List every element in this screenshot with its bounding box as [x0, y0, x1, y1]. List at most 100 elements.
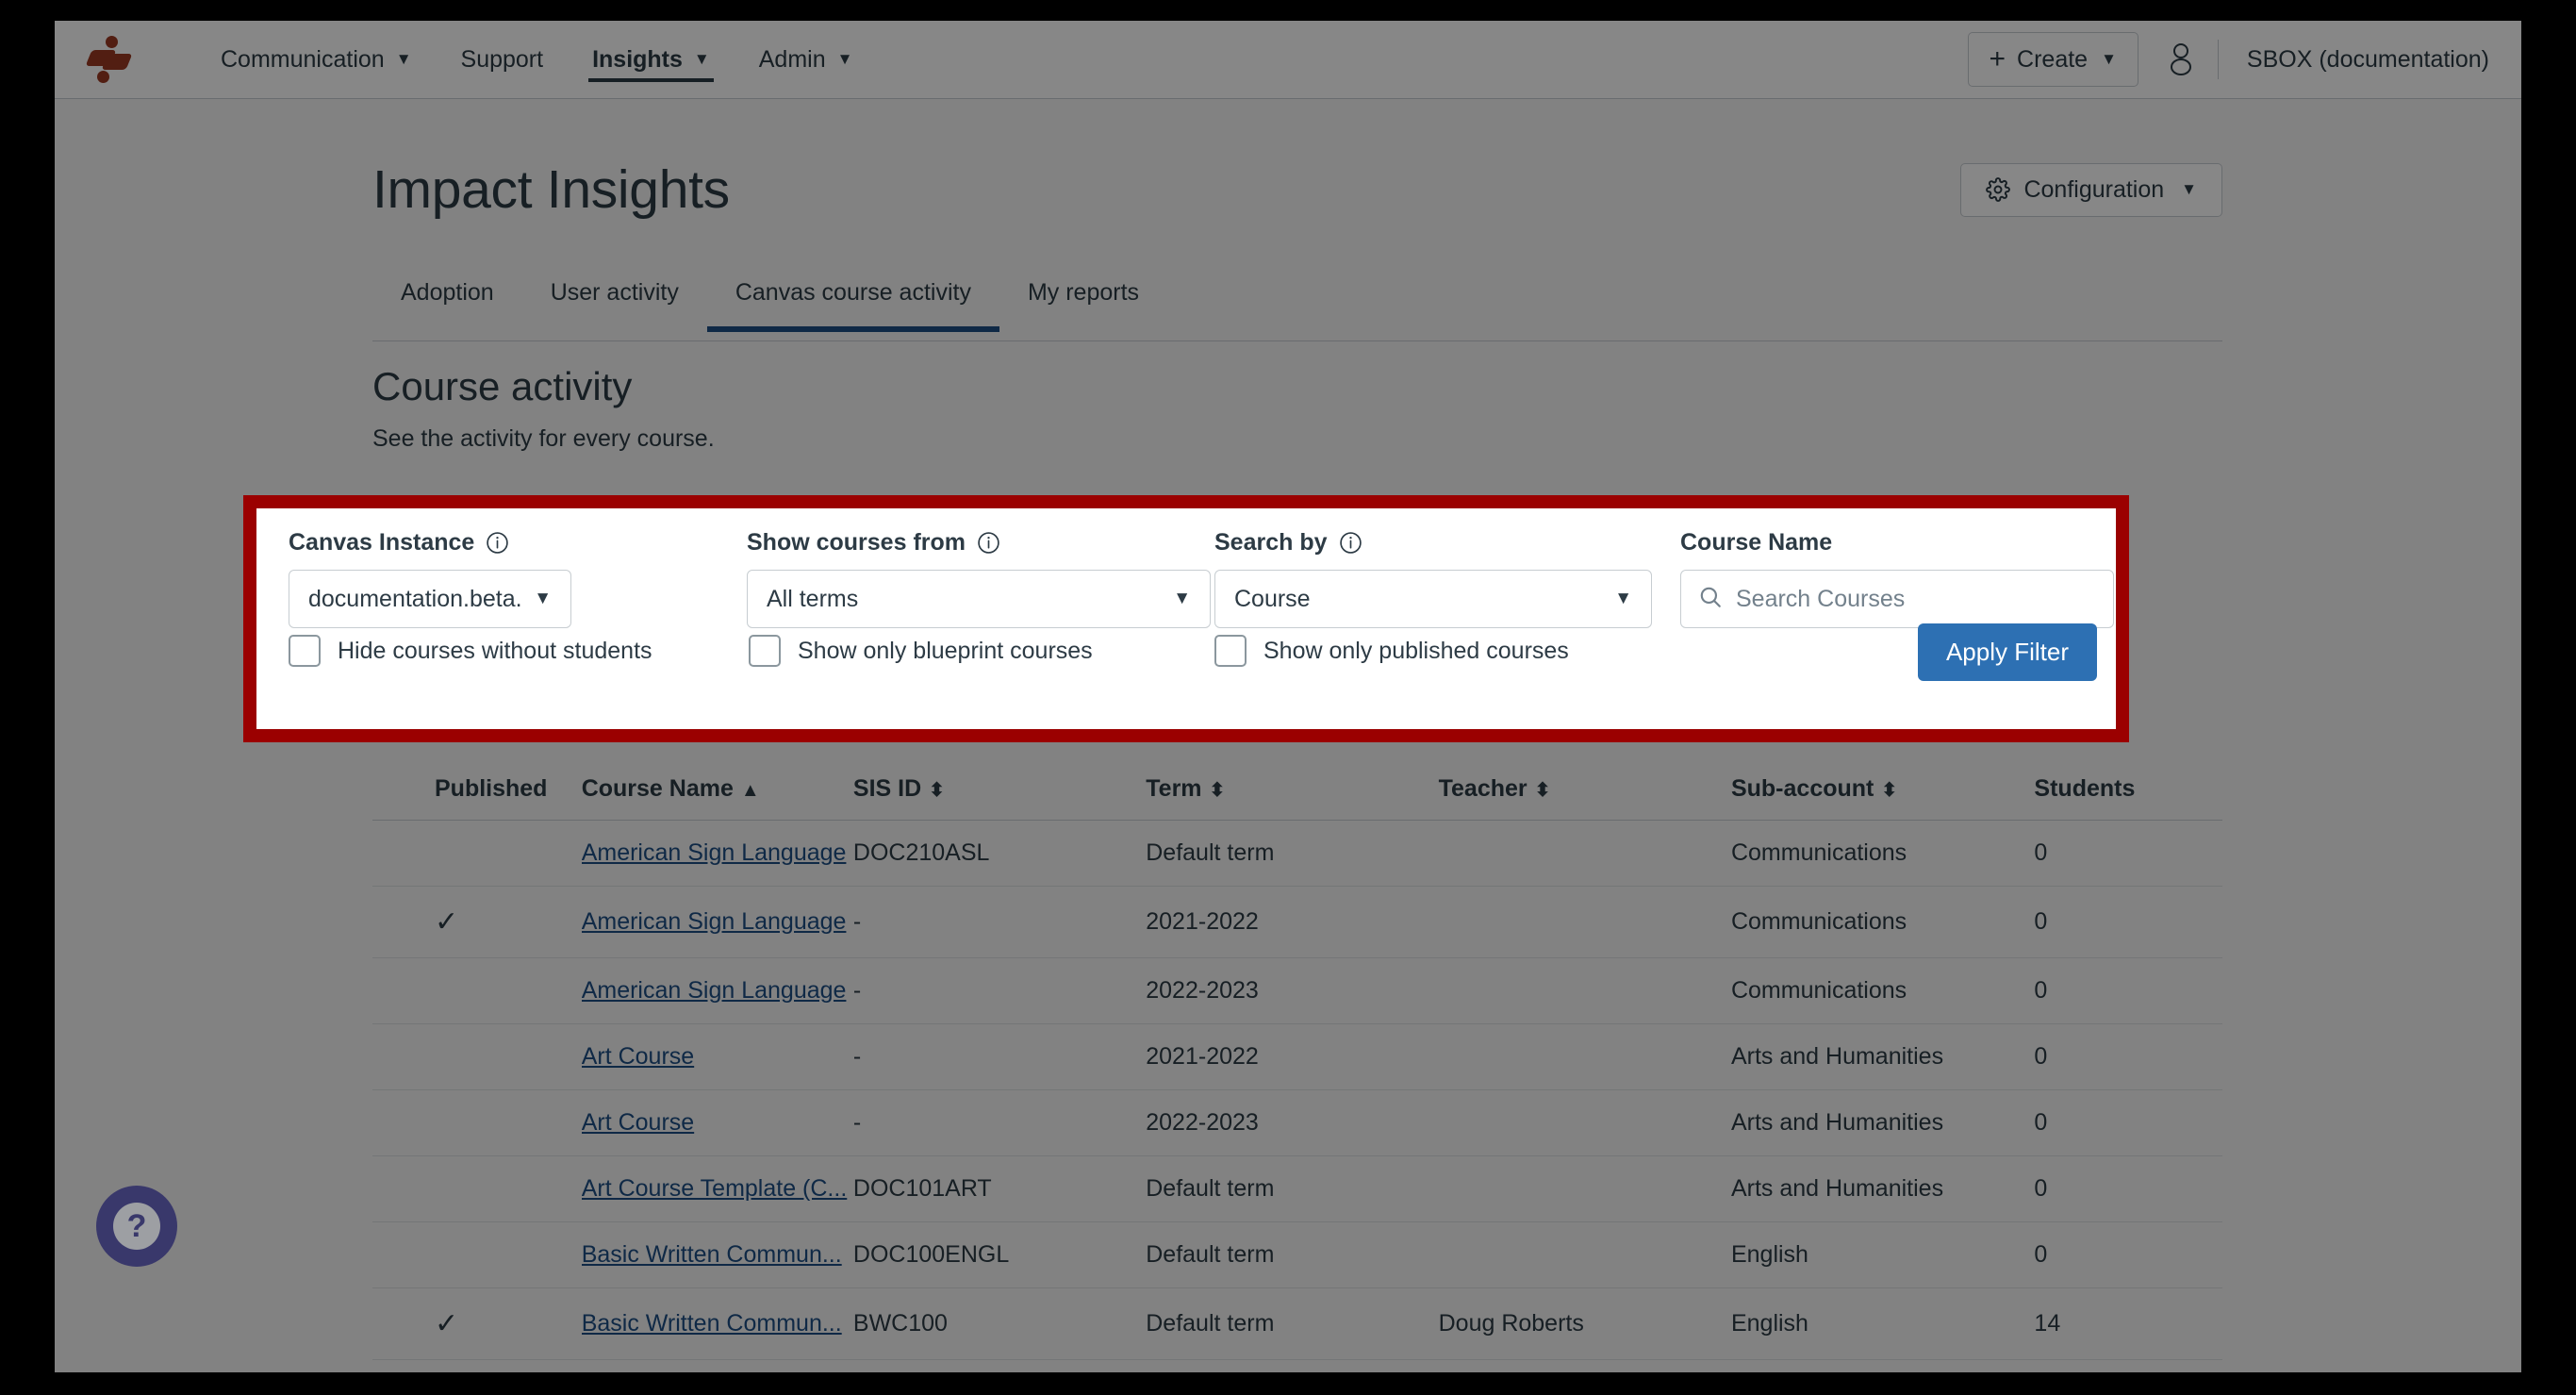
column-header-sis-id[interactable]: SIS ID ⬍	[852, 760, 1147, 821]
chevron-down-icon: ▼	[836, 50, 853, 68]
column-label: Published	[435, 775, 548, 802]
user-account-icon[interactable]	[2165, 41, 2197, 78]
column-header-course-name[interactable]: Course Name ▲	[581, 760, 853, 821]
canvas-instance-value: documentation.beta.instructure	[308, 585, 522, 612]
cell-teacher	[1438, 1023, 1731, 1090]
cell-course-name[interactable]: Art Course	[581, 1089, 853, 1156]
course-link[interactable]: American Sign Language	[582, 977, 847, 1004]
nav-item-support[interactable]: Support	[437, 21, 569, 99]
table-row[interactable]: Basic Written Commun... DOC100ENGL Defau…	[372, 1221, 2222, 1288]
tab-adoption[interactable]: Adoption	[372, 279, 522, 331]
table-row[interactable]: ✓ Basic Written Commun... BWC100 Default…	[372, 1287, 2222, 1360]
cell-sis-id: -	[852, 957, 1147, 1024]
cell-course-name[interactable]: American Sign Language	[581, 886, 853, 958]
info-icon[interactable]	[977, 531, 1000, 555]
table-row[interactable]: Art Course - 2022-2023 Arts and Humaniti…	[372, 1089, 2222, 1156]
cell-sub-account: Arts and Humanities	[1730, 1155, 2035, 1222]
instructure-logo-icon[interactable]	[81, 33, 134, 86]
search-by-select[interactable]: Course ▼	[1214, 570, 1652, 628]
tab-label: Canvas course activity	[735, 279, 971, 306]
search-input[interactable]	[1736, 585, 2096, 613]
column-header-students[interactable]: Students	[2034, 760, 2222, 821]
column-header-teacher[interactable]: Teacher ⬍	[1438, 760, 1731, 821]
global-nav-links: Communication ▼ Support Insights ▼ Admin…	[196, 21, 877, 99]
cell-course-name[interactable]: American Sign Language	[581, 820, 853, 887]
create-button[interactable]: + Create ▼	[1967, 32, 2138, 87]
canvas-instance-label: Canvas Instance	[289, 529, 571, 556]
help-button[interactable]: ?	[96, 1186, 177, 1267]
table-row[interactable]: Art Course - 2021-2022 Arts and Humaniti…	[372, 1023, 2222, 1090]
cell-published: ✓	[372, 1287, 582, 1360]
table-row[interactable]: ✓ American Sign Language - 2021-2022 Com…	[372, 886, 2222, 958]
nav-item-communication[interactable]: Communication ▼	[196, 21, 437, 99]
course-link[interactable]: Basic Written Commun...	[582, 1241, 842, 1268]
tab-canvas-course-activity[interactable]: Canvas course activity	[706, 279, 1000, 332]
checkbox-box[interactable]	[289, 635, 321, 667]
course-link[interactable]: Basic Written Commun...	[582, 1310, 842, 1337]
screenshot-frame: Communication ▼ Support Insights ▼ Admin…	[0, 0, 2576, 1395]
cell-published	[372, 1023, 582, 1090]
info-icon[interactable]	[1339, 531, 1362, 555]
cell-course-name[interactable]: Basic Written Commun...	[581, 1221, 853, 1288]
cell-course-name[interactable]: Art Course	[581, 1023, 853, 1090]
checkbox-label: Hide courses without students	[338, 637, 652, 664]
cell-teacher	[1438, 957, 1731, 1024]
column-header-sub-account[interactable]: Sub-account ⬍	[1730, 760, 2035, 821]
canvas-instance-select[interactable]: documentation.beta.instructure ▼	[289, 570, 571, 628]
gear-icon	[1986, 177, 2011, 202]
nav-item-label: Communication	[221, 45, 385, 73]
column-label: Teacher	[1438, 775, 1527, 802]
course-link[interactable]: American Sign Language	[582, 839, 847, 866]
chevron-down-icon: ▼	[2181, 180, 2197, 198]
field-course-name: Course Name	[1680, 529, 2114, 628]
cell-students: 0	[2034, 957, 2222, 1024]
cell-students: 0	[2034, 820, 2222, 887]
table-row[interactable]: American Sign Language DOC210ASL Default…	[372, 820, 2222, 887]
sort-both-icon: ⬍	[1209, 780, 1226, 801]
cell-course-name[interactable]: Art Course Template (C...	[581, 1155, 853, 1222]
page-header: Impact Insights Configuration ▼	[372, 158, 2222, 221]
apply-filter-button[interactable]: Apply Filter	[1917, 623, 2097, 681]
cell-teacher	[1438, 1155, 1731, 1222]
cell-course-name[interactable]: Basic Written Commun...	[581, 1287, 853, 1360]
configuration-button[interactable]: Configuration ▼	[1960, 162, 2222, 217]
course-name-search-box[interactable]	[1680, 570, 2114, 628]
checkbox-hide-courses-without-students[interactable]: Hide courses without students	[289, 635, 652, 667]
cell-term: Default term	[1146, 1155, 1439, 1222]
course-activity-table: Published Course Name ▲ SIS ID ⬍ Term ⬍	[372, 760, 2222, 1360]
cell-sis-id: -	[852, 886, 1147, 958]
section-title: Course activity	[372, 364, 633, 408]
course-link[interactable]: Art Course Template (C...	[582, 1175, 848, 1202]
cell-students: 0	[2034, 886, 2222, 958]
table-row[interactable]: Art Course Template (C... DOC101ART Defa…	[372, 1155, 2222, 1222]
checkbox-box[interactable]	[1214, 635, 1247, 667]
cell-sub-account: English	[1730, 1287, 2035, 1360]
tab-my-reports[interactable]: My reports	[999, 279, 1167, 331]
info-icon[interactable]	[486, 531, 509, 555]
cell-course-name[interactable]: American Sign Language	[581, 957, 853, 1024]
cell-teacher	[1438, 1221, 1731, 1288]
cell-sub-account: English	[1730, 1221, 2035, 1288]
course-link[interactable]: American Sign Language	[582, 908, 847, 935]
cell-sis-id: -	[852, 1089, 1147, 1156]
column-header-term[interactable]: Term ⬍	[1146, 760, 1439, 821]
cell-sub-account: Arts and Humanities	[1730, 1089, 2035, 1156]
cell-students: 0	[2034, 1089, 2222, 1156]
column-header-published[interactable]: Published	[372, 760, 582, 821]
cell-sis-id: DOC210ASL	[852, 820, 1147, 887]
checkbox-show-only-blueprint-courses[interactable]: Show only blueprint courses	[749, 635, 1093, 667]
show-courses-from-select[interactable]: All terms ▼	[747, 570, 1211, 628]
nav-item-insights[interactable]: Insights ▼	[568, 21, 735, 99]
tab-user-activity[interactable]: User activity	[522, 279, 707, 331]
cell-published	[372, 820, 582, 887]
cell-term: Default term	[1146, 1221, 1439, 1288]
course-link[interactable]: Art Course	[582, 1043, 694, 1070]
nav-item-admin[interactable]: Admin ▼	[735, 21, 878, 99]
field-show-courses-from: Show courses from All terms ▼	[747, 529, 1211, 628]
browser-page: Communication ▼ Support Insights ▼ Admin…	[55, 21, 2521, 1372]
checkbox-box[interactable]	[749, 635, 781, 667]
table-row[interactable]: American Sign Language - 2022-2023 Commu…	[372, 957, 2222, 1024]
course-link[interactable]: Art Course	[582, 1109, 694, 1136]
checkbox-show-only-published-courses[interactable]: Show only published courses	[1214, 635, 1569, 667]
column-label: Students	[2034, 775, 2136, 802]
